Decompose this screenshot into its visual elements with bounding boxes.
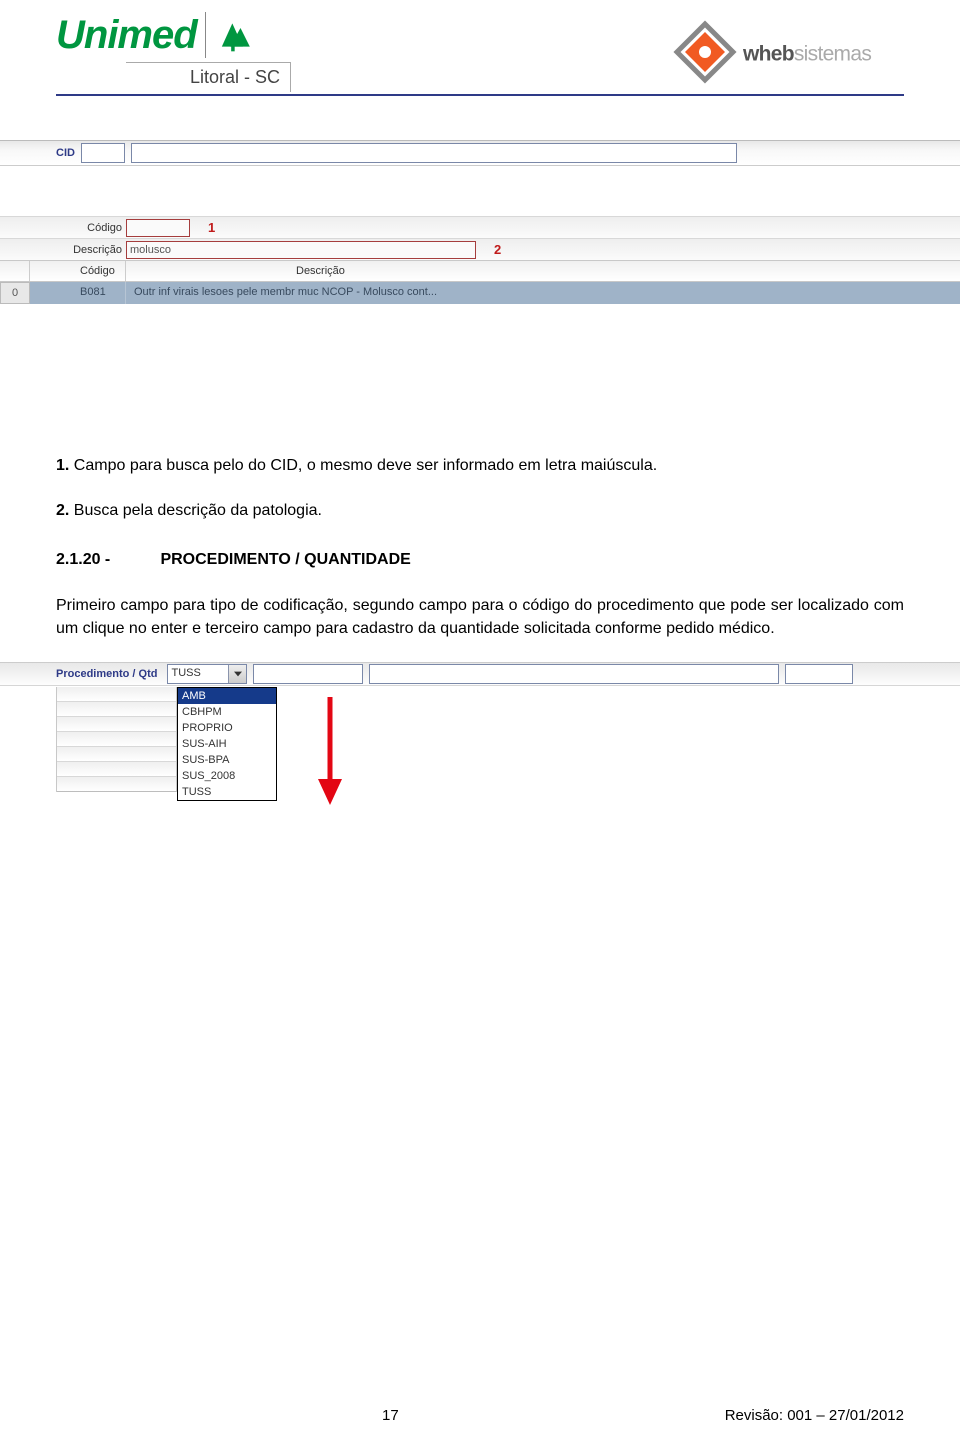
th-descricao: Descrição (126, 261, 960, 281)
svg-text:whebsistemas: whebsistemas (743, 42, 871, 65)
select-value: TUSS (168, 665, 228, 683)
page-footer: 17 Revisão: 001 – 27/01/2012 (56, 1407, 904, 1424)
header-rule (56, 94, 904, 96)
p2-text: Busca pela descrição da patologia. (74, 502, 322, 519)
arrow-down-icon (315, 697, 345, 812)
codigo-label: Código (44, 222, 126, 234)
cid-table-row[interactable]: 0 B081 Outr inf virais lesoes pele membr… (0, 282, 960, 304)
row-code: B081 (30, 282, 126, 304)
annotation-1: 1 (208, 220, 215, 235)
body-text: 1. Campo para busca pelo do CID, o mesmo… (56, 454, 904, 640)
row-index: 0 (0, 282, 30, 304)
wheb-text-light: sistemas (794, 42, 871, 65)
codigo-input[interactable] (126, 219, 190, 237)
row-desc: Outr inf virais lesoes pele membr muc NC… (126, 282, 960, 304)
cid-code-input[interactable] (81, 143, 125, 163)
option-amb[interactable]: AMB (178, 688, 276, 704)
descricao-procedimento-input[interactable] (369, 664, 779, 684)
p3-text: Primeiro campo para tipo de codificação,… (56, 594, 904, 640)
descricao-label: Descrição (44, 244, 126, 256)
descricao-input[interactable] (126, 241, 476, 259)
section-number: 2.1.20 - (56, 548, 156, 571)
option-sus-aih[interactable]: SUS-AIH (178, 736, 276, 752)
option-sus-bpa[interactable]: SUS-BPA (178, 752, 276, 768)
cid-field-screenshot: CID (0, 140, 960, 166)
procedimento-label: Procedimento / Qtd (56, 668, 157, 680)
chevron-down-icon[interactable] (228, 665, 246, 683)
revision-text: Revisão: 001 – 27/01/2012 (725, 1407, 904, 1424)
codigo-procedimento-input[interactable] (253, 664, 363, 684)
p2-number: 2. (56, 502, 69, 519)
procedimento-screenshot: Procedimento / Qtd TUSS AMB CBHPM PROPRI… (0, 662, 960, 686)
quantidade-input[interactable] (785, 664, 853, 684)
annotation-2: 2 (494, 242, 501, 257)
section-title: PROCEDIMENTO / QUANTIDADE (160, 551, 410, 568)
p1-text: Campo para busca pelo do CID, o mesmo de… (74, 457, 657, 474)
option-sus-2008[interactable]: SUS_2008 (178, 768, 276, 784)
cid-table-header: Código Descrição (0, 260, 960, 282)
wheb-text-bold: wheb (743, 42, 794, 65)
option-tuss[interactable]: TUSS (178, 784, 276, 800)
background-rows (56, 687, 177, 792)
page-number: 17 (382, 1407, 399, 1424)
tipo-codificacao-select[interactable]: TUSS (167, 664, 247, 684)
unimed-tree-icon (205, 12, 251, 58)
option-cbhpm[interactable]: CBHPM (178, 704, 276, 720)
wheb-wordmark: whebsistemas (743, 23, 904, 87)
unimed-subtitle: Litoral - SC (126, 62, 291, 92)
th-codigo: Código (30, 261, 126, 281)
tipo-codificacao-dropdown[interactable]: AMB CBHPM PROPRIO SUS-AIH SUS-BPA SUS_20… (177, 687, 277, 801)
unimed-word: Unimed (56, 13, 197, 58)
option-proprio[interactable]: PROPRIO (178, 720, 276, 736)
cid-search-screenshot: Código 1 Descrição 2 Código Descrição 0 … (0, 216, 960, 304)
document-header: Unimed Litoral - SC whebsistemas (0, 0, 960, 92)
wheb-diamond-icon (673, 20, 737, 89)
cid-desc-input[interactable] (131, 143, 737, 163)
wheb-logo: whebsistemas (673, 12, 904, 89)
unimed-logo: Unimed Litoral - SC (56, 12, 316, 92)
p1-number: 1. (56, 457, 69, 474)
cid-label: CID (56, 147, 75, 159)
